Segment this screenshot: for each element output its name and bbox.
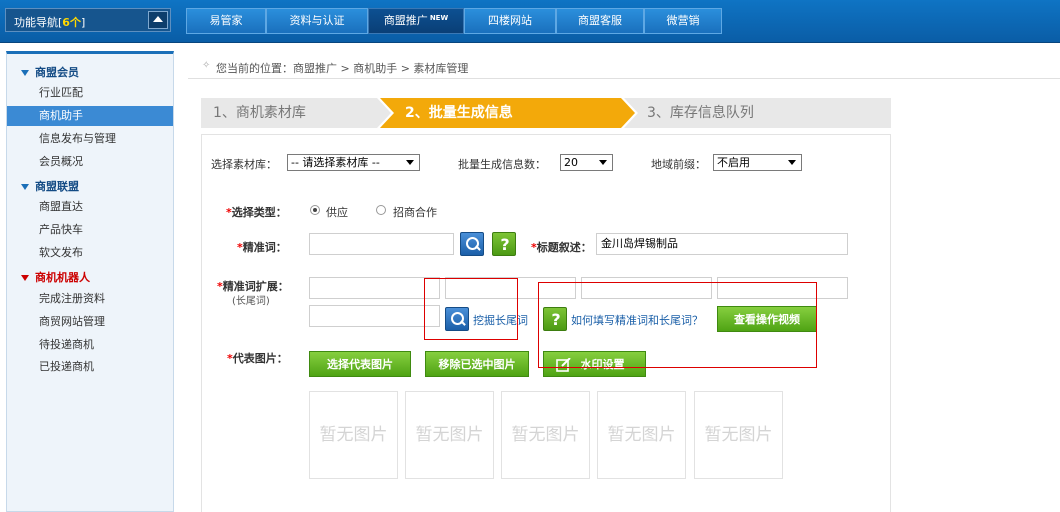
remove-image-button[interactable]: 移除已选中图片 [425, 351, 529, 377]
caret-down-icon [21, 184, 29, 190]
image-placeholder: 暂无图片 [309, 391, 398, 479]
count-label: 批量生成信息数： [458, 158, 546, 171]
function-nav-select[interactable]: 功能导航[6个] [5, 8, 171, 32]
library-select[interactable]: -- 请选择素材库 -- [287, 154, 420, 171]
tab-site[interactable]: 四楼网站 [464, 8, 556, 34]
top-nav-bar: 功能导航[6个] 易管家 资料与认证 商盟推广 NEW 四楼网站 商盟客服 微营销 [0, 0, 1060, 43]
step-progress: 1、商机素材库 2、批量生成信息 3、库存信息队列 [201, 98, 891, 128]
image-placeholder: 暂无图片 [597, 391, 686, 479]
help-icon[interactable]: ? [492, 232, 516, 256]
sidebar-item-product-express[interactable]: 产品快车 [7, 220, 173, 240]
ext-keyword-input-5[interactable] [309, 305, 440, 327]
ext-keyword-input-1[interactable] [309, 277, 440, 299]
type-radio-supply[interactable] [310, 205, 320, 215]
image-placeholder: 暂无图片 [501, 391, 590, 479]
caret-down-icon [21, 70, 29, 76]
tab-profile-cert[interactable]: 资料与认证 [266, 8, 368, 34]
sidebar-section-members[interactable]: 商盟会员 [21, 64, 79, 80]
type-label: *选择类型： [226, 206, 287, 219]
function-nav-label: 功能导航[6个] [14, 16, 86, 29]
region-label: 地域前缀： [651, 158, 706, 171]
annotation-box-help [538, 282, 817, 368]
type-option-supply: 供应 [326, 206, 348, 219]
new-badge: NEW [429, 14, 449, 22]
image-placeholder: 暂无图片 [405, 391, 494, 479]
sidebar-item-complete-registration[interactable]: 完成注册资料 [7, 289, 173, 309]
title-label: *标题叙述： [531, 241, 592, 254]
step-1: 1、商机素材库 [213, 105, 306, 121]
sidebar-item-pending[interactable]: 待投递商机 [7, 335, 173, 355]
breadcrumb: ✧ 您当前的位置：商盟推广 > 商机助手 > 素材库管理 [188, 56, 1060, 79]
sidebar-item-member-overview[interactable]: 会员概况 [7, 152, 173, 172]
sidebar-item-biz-assistant[interactable]: 商机助手 [7, 106, 173, 126]
image-label: *代表图片： [227, 352, 288, 365]
sidebar-item-delivered[interactable]: 已投递商机 [7, 357, 173, 377]
tab-yiguanjia[interactable]: 易管家 [186, 8, 266, 34]
title-input[interactable]: 金川岛焊锡制品 [596, 233, 848, 255]
keyword-label: *精准词： [237, 241, 287, 254]
sidebar-item-site-manage[interactable]: 商贸网站管理 [7, 312, 173, 332]
tab-service[interactable]: 商盟客服 [556, 8, 644, 34]
sidebar-item-direct[interactable]: 商盟直达 [7, 197, 173, 217]
library-label: 选择素材库： [211, 158, 277, 171]
region-select[interactable]: 不启用 [713, 154, 802, 171]
ext-keyword-sublabel: (长尾词) [232, 296, 270, 307]
count-select[interactable]: 20 [560, 154, 613, 171]
sidebar-section-robot[interactable]: 商机机器人 [21, 269, 90, 285]
tab-wechat-marketing[interactable]: 微营销 [644, 8, 722, 34]
sidebar-section-alliance[interactable]: 商盟联盟 [21, 178, 79, 194]
annotation-box-mine [424, 278, 518, 340]
step-3: 3、库存信息队列 [647, 105, 754, 121]
chevron-up-icon[interactable] [148, 11, 168, 29]
keyword-input[interactable] [309, 233, 454, 255]
step-2: 2、批量生成信息 [405, 105, 513, 121]
search-icon[interactable] [460, 232, 484, 256]
image-placeholder: 暂无图片 [694, 391, 783, 479]
choose-image-button[interactable]: 选择代表图片 [309, 351, 411, 377]
type-radio-investment[interactable] [376, 205, 386, 215]
sidebar-item-publish-manage[interactable]: 信息发布与管理 [7, 129, 173, 149]
sidebar-item-article-publish[interactable]: 软文发布 [7, 243, 173, 263]
sidebar-item-industry-match[interactable]: 行业匹配 [7, 83, 173, 103]
sidebar: 商盟会员 行业匹配 商机助手 信息发布与管理 会员概况 商盟联盟 商盟直达 产品… [6, 51, 174, 512]
tab-promotion[interactable]: 商盟推广 NEW [368, 8, 464, 34]
breadcrumb-text: 您当前的位置：商盟推广 > 商机助手 > 素材库管理 [216, 62, 469, 75]
caret-down-icon [21, 275, 29, 281]
location-icon: ✧ [202, 60, 211, 71]
type-option-investment: 招商合作 [393, 206, 437, 219]
